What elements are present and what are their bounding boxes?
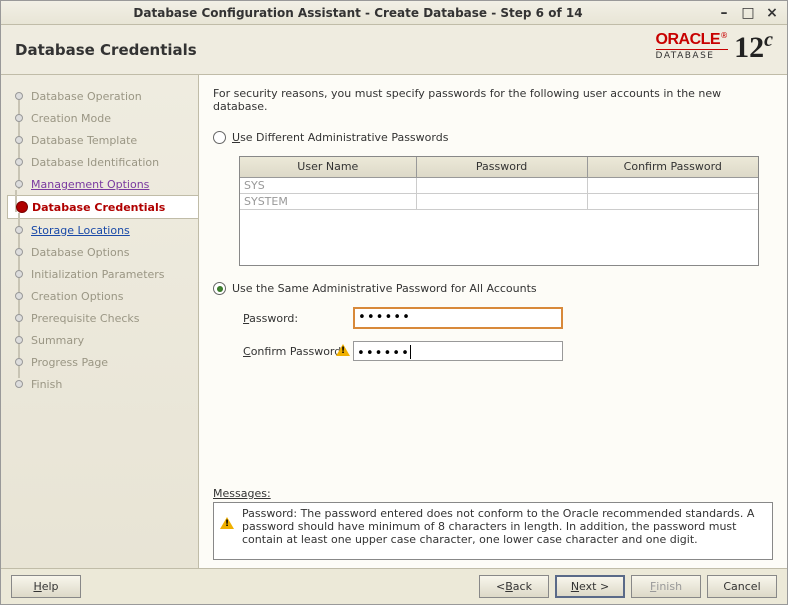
- step-database-template: Database Template: [11, 129, 198, 151]
- option-same-label: Use the Same Administrative Password for…: [232, 282, 537, 295]
- radio-same-password[interactable]: [213, 282, 226, 295]
- option-different-label: Use Different Administrative Passwords: [232, 131, 448, 144]
- step-management-options[interactable]: Management Options: [11, 173, 198, 195]
- step-dot-icon: [15, 226, 23, 234]
- step-dot-icon: [15, 180, 23, 188]
- messages-text: Password: The password entered does not …: [242, 507, 766, 555]
- confirm-password-row: Confirm Password: ••••••: [243, 341, 773, 361]
- intro-text: For security reasons, you must specify p…: [213, 87, 773, 113]
- page-title: Database Credentials: [15, 41, 197, 59]
- cell-confirm: [587, 177, 758, 193]
- step-database-operation: Database Operation: [11, 85, 198, 107]
- brand-subtext: DATABASE: [656, 49, 729, 61]
- footer: Help < Back Next > Finish Cancel: [1, 568, 787, 604]
- brand-text: ORACLE: [656, 31, 721, 48]
- warning-icon: [336, 344, 350, 358]
- step-dot-icon: [15, 92, 23, 100]
- cancel-button[interactable]: Cancel: [707, 575, 777, 598]
- header: Database Credentials ORACLE® DATABASE 12…: [1, 25, 787, 75]
- step-dot-icon: [15, 270, 23, 278]
- option-different-passwords[interactable]: Use Different Administrative Passwords: [213, 131, 773, 144]
- confirm-password-field[interactable]: ••••••: [353, 341, 563, 361]
- messages-label: Messages:: [213, 487, 773, 500]
- table-row: SYS: [240, 177, 758, 193]
- main-panel: For security reasons, you must specify p…: [199, 75, 787, 568]
- cell-password: [416, 193, 587, 209]
- step-dot-icon: [15, 380, 23, 388]
- registered-icon: ®: [720, 31, 728, 40]
- password-label: Password:: [243, 312, 353, 325]
- warning-icon: [220, 507, 236, 555]
- window-title: Database Configuration Assistant - Creat…: [7, 6, 709, 20]
- maximize-button[interactable]: □: [739, 4, 757, 22]
- step-progress-page: Progress Page: [11, 351, 198, 373]
- next-button[interactable]: Next >: [555, 575, 625, 598]
- step-dot-icon: [15, 336, 23, 344]
- back-button[interactable]: < Back: [479, 575, 549, 598]
- cell-confirm: [587, 193, 758, 209]
- step-dot-icon: [15, 358, 23, 366]
- step-dot-icon: [15, 314, 23, 322]
- step-creation-mode: Creation Mode: [11, 107, 198, 129]
- titlebar: Database Configuration Assistant - Creat…: [1, 1, 787, 25]
- step-storage-locations[interactable]: Storage Locations: [11, 219, 198, 241]
- step-finish: Finish: [11, 373, 198, 395]
- wizard-steps-sidebar: Database Operation Creation Mode Databas…: [1, 75, 199, 568]
- version-text: 12c: [734, 31, 773, 61]
- help-button[interactable]: Help: [11, 575, 81, 598]
- step-initialization-parameters: Initialization Parameters: [11, 263, 198, 285]
- step-database-identification: Database Identification: [11, 151, 198, 173]
- step-summary: Summary: [11, 329, 198, 351]
- step-creation-options: Creation Options: [11, 285, 198, 307]
- close-button[interactable]: ×: [763, 4, 781, 22]
- radio-different-passwords[interactable]: [213, 131, 226, 144]
- window-root: Database Configuration Assistant - Creat…: [0, 0, 788, 605]
- brand-logo: ORACLE® DATABASE 12c: [656, 31, 773, 61]
- cell-password: [416, 177, 587, 193]
- step-dot-icon: [15, 114, 23, 122]
- step-dot-icon: [15, 136, 23, 144]
- password-row: Password: ••••••: [243, 307, 773, 329]
- table-row: SYSTEM: [240, 193, 758, 209]
- option-same-password[interactable]: Use the Same Administrative Password for…: [213, 282, 773, 295]
- finish-button: Finish: [631, 575, 701, 598]
- step-database-options: Database Options: [11, 241, 198, 263]
- step-dot-icon: [16, 201, 28, 213]
- minimize-button[interactable]: –: [715, 4, 733, 22]
- password-field[interactable]: ••••••: [353, 307, 563, 329]
- col-user-name: User Name: [240, 157, 416, 177]
- col-password: Password: [416, 157, 587, 177]
- messages-box: Password: The password entered does not …: [213, 502, 773, 560]
- step-database-credentials: Database Credentials: [7, 195, 199, 219]
- cell-user: SYS: [240, 177, 416, 193]
- cell-user: SYSTEM: [240, 193, 416, 209]
- step-prerequisite-checks: Prerequisite Checks: [11, 307, 198, 329]
- step-dot-icon: [15, 292, 23, 300]
- col-confirm-password: Confirm Password: [587, 157, 758, 177]
- step-dot-icon: [15, 158, 23, 166]
- step-dot-icon: [15, 248, 23, 256]
- body: Database Operation Creation Mode Databas…: [1, 75, 787, 568]
- user-password-grid: User Name Password Confirm Password SYS …: [239, 156, 759, 266]
